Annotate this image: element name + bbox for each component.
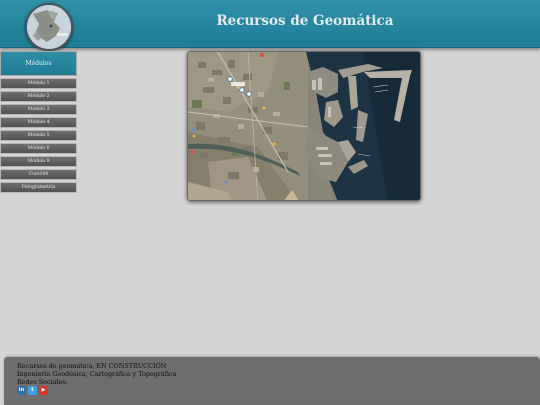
site-header: Recursos de Geomática bbox=[0, 0, 540, 51]
sidebar-item-modulo-3[interactable]: Módulo 3 bbox=[0, 104, 77, 115]
footer-social-label: Redes Sociales: bbox=[17, 378, 68, 386]
globe-map-icon[interactable] bbox=[25, 3, 73, 51]
sidebar-item-modulo-5[interactable]: Módulo 5 bbox=[0, 130, 77, 141]
linkedin-label: in bbox=[18, 387, 25, 393]
footer-subtitle: Ingeniería Geodésica, Cartográfica y Top… bbox=[17, 370, 177, 378]
sidebar-item-modulo-4[interactable]: Módulo 4 bbox=[0, 117, 77, 128]
sidebar-item-modulo-6[interactable]: Módulo 6 bbox=[0, 143, 77, 154]
sidebar-item-curs100[interactable]: Curs100 bbox=[0, 169, 77, 180]
twitter-label: t bbox=[31, 387, 34, 393]
sidebar-item-modulo-1[interactable]: Módulo 1 bbox=[0, 78, 77, 89]
youtube-icon[interactable]: ▶ bbox=[39, 386, 48, 395]
footer-construction-note: Recursos de geomática, EN CONSTRUCCIÓN bbox=[17, 362, 167, 370]
sidebar-item-modulo-2[interactable]: Módulo 2 bbox=[0, 91, 77, 102]
site-footer: Recursos de geomática, EN CONSTRUCCIÓN I… bbox=[4, 357, 540, 405]
modules-sidebar: Módulos Módulo 1 Módulo 2 Módulo 3 Módul… bbox=[0, 51, 77, 193]
sidebar-item-modulo-9[interactable]: Módulo 9 bbox=[0, 156, 77, 167]
youtube-label: ▶ bbox=[41, 387, 46, 393]
site-title: Recursos de Geomática bbox=[216, 13, 394, 29]
linkedin-icon[interactable]: in bbox=[17, 386, 26, 395]
sidebar-item-fotogrametria[interactable]: Fotogrametría bbox=[0, 182, 77, 193]
sidebar-heading-modulos[interactable]: Módulos bbox=[0, 51, 77, 76]
twitter-icon[interactable]: t bbox=[28, 386, 37, 395]
satellite-map-image[interactable] bbox=[187, 51, 421, 201]
